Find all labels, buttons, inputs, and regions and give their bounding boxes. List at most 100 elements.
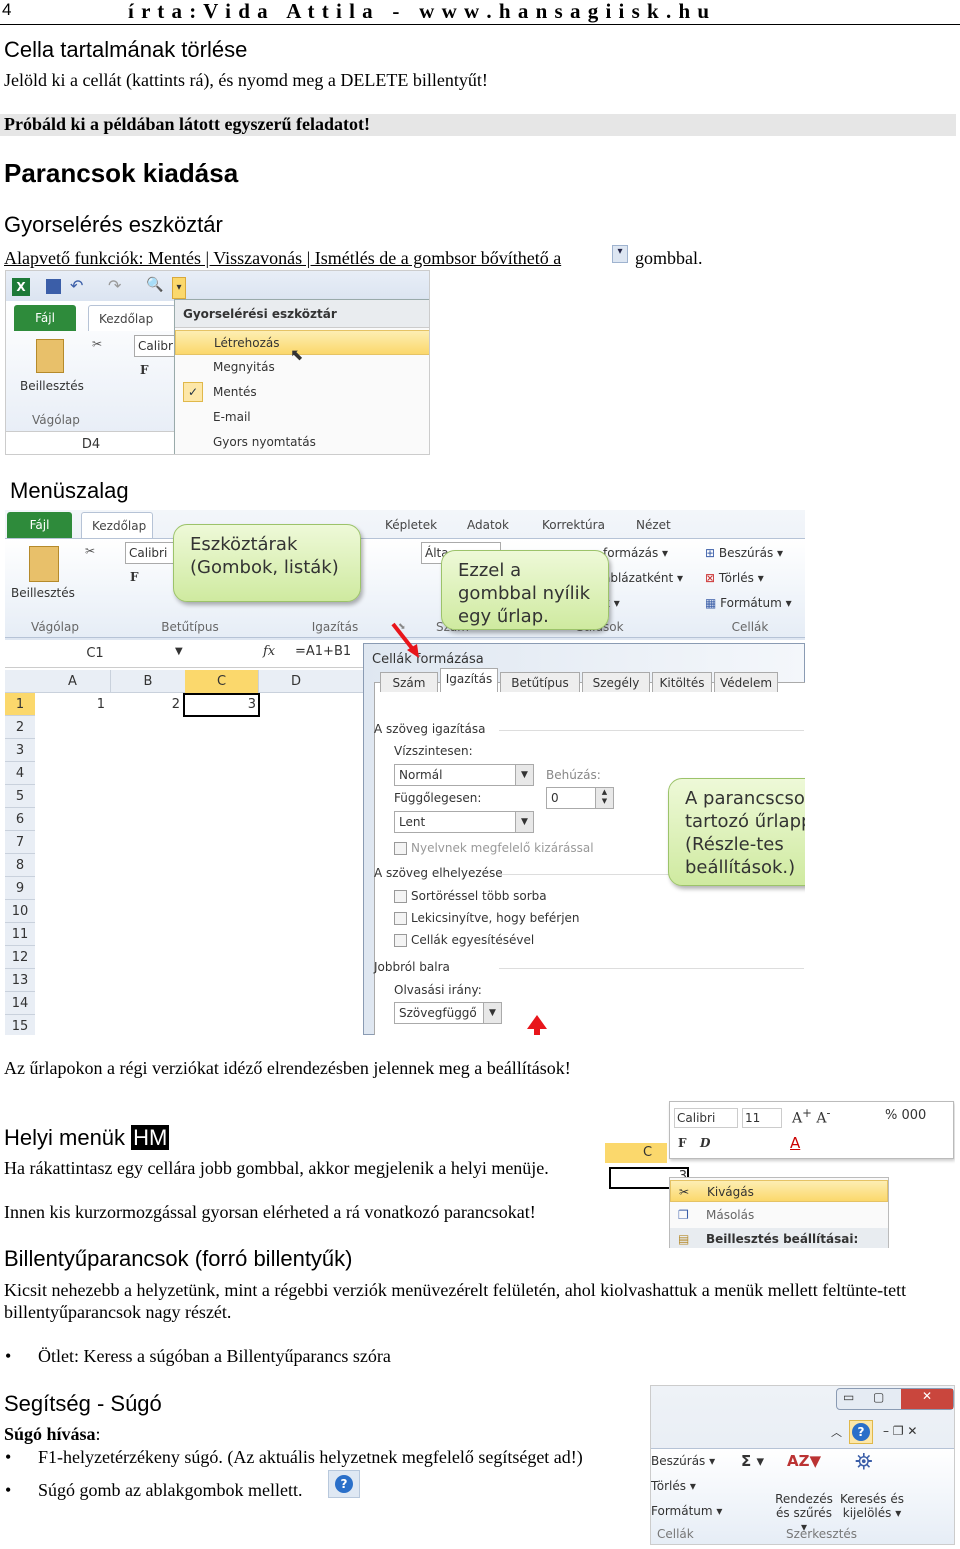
worksheet-grid[interactable]: A B C D 1 2 3 4 5 6 7 8 9 10 11 12 13 14 15 1 2 3 <box>5 670 365 1035</box>
format-cells[interactable]: ▦ Formátum ▾ <box>705 596 792 610</box>
close-icon[interactable]: ✕ <box>901 1389 953 1409</box>
direction-select[interactable]: Szövegfüggő ▼ <box>394 1002 502 1024</box>
row-header[interactable]: 11 <box>5 923 35 946</box>
binoculars-icon[interactable]: ⛯ <box>855 1450 873 1475</box>
indent-spinner[interactable]: 0 ▲ ▼ <box>546 787 614 809</box>
col-header-b[interactable]: B <box>110 670 185 693</box>
justify-distributed-checkbox[interactable]: Nyelvnek megfelelő kizárással <box>394 841 594 855</box>
paste-label[interactable]: Beillesztés <box>11 586 75 600</box>
format-cells[interactable]: Formátum ▾ <box>651 1504 722 1518</box>
vertical-select[interactable]: Lent ▼ <box>394 811 534 833</box>
tab-formulas[interactable]: Képletek <box>375 512 447 538</box>
autosum-icon[interactable]: Σ ▾ <box>741 1452 764 1470</box>
paste-icon[interactable] <box>36 339 64 373</box>
insert-cells[interactable]: ⊞ Beszúrás ▾ <box>705 546 783 560</box>
dialog-tab[interactable]: Szegély <box>582 672 650 692</box>
row-header[interactable]: 6 <box>5 808 35 831</box>
dropdown-arrow-icon[interactable]: ▼ <box>483 1003 501 1023</box>
cell-c1[interactable]: 3 <box>183 693 260 717</box>
mini-size-box[interactable]: 11 <box>742 1108 782 1128</box>
help-button[interactable]: ? <box>849 1420 873 1444</box>
row-header[interactable]: 1 <box>5 693 35 716</box>
dialog-tab[interactable]: Betűtípus <box>500 672 580 692</box>
tab-file[interactable]: Fájl <box>14 305 76 331</box>
dialog-tab[interactable]: Kitöltés <box>652 672 712 692</box>
delete-cells[interactable]: Törlés ▾ <box>651 1479 696 1493</box>
cond-format[interactable]: formázás ▾ <box>603 546 668 560</box>
percent-icon[interactable]: % 000 <box>885 1108 926 1123</box>
print-preview-icon[interactable]: 🔍 <box>146 277 163 293</box>
bold-icon[interactable]: F <box>140 363 149 377</box>
formula-input[interactable]: =A1+B1 <box>295 644 351 659</box>
row-header[interactable]: 8 <box>5 854 35 877</box>
row-header[interactable]: 14 <box>5 992 35 1015</box>
tab-data[interactable]: Adatok <box>457 512 519 538</box>
undo-icon[interactable]: ↶ <box>70 276 83 295</box>
help-button[interactable]: ? <box>328 1470 360 1498</box>
dialog-tab[interactable]: Igazítás <box>440 668 498 692</box>
tab-home[interactable]: Kezdőlap <box>81 512 153 538</box>
font-box[interactable]: Calibri <box>134 335 176 357</box>
qat-item-quickprint[interactable]: Gyors nyomtatás <box>175 430 429 454</box>
wrap-text-checkbox[interactable]: Sortöréssel több sorba <box>394 889 547 903</box>
font-color-icon[interactable]: A <box>790 1134 800 1152</box>
collapse-ribbon-icon[interactable]: ︿ <box>831 1424 842 1440</box>
menu-cut[interactable]: ✂ Kivágás <box>670 1180 888 1202</box>
dropdown-arrow-icon[interactable]: ▼ <box>515 765 533 785</box>
minimize-icon[interactable]: ▭ <box>843 1390 854 1404</box>
col-header-c[interactable]: C <box>185 670 258 693</box>
tab-review[interactable]: Korrektúra <box>532 512 615 538</box>
name-box-dropdown-icon[interactable]: ▼ <box>175 646 183 657</box>
fx-icon[interactable]: fx <box>263 644 275 659</box>
row-header[interactable]: 10 <box>5 900 35 923</box>
cell-a1[interactable]: 1 <box>35 693 105 716</box>
paste-icon[interactable] <box>29 546 59 582</box>
qat-item-email[interactable]: E-mail <box>175 405 429 430</box>
find-select-button[interactable]: Keresés és kijelölés ▾ <box>839 1492 905 1520</box>
insert-cells[interactable]: Beszúrás ▾ <box>651 1454 715 1468</box>
cut-icon[interactable]: ✂ <box>85 544 95 558</box>
row-header[interactable]: 3 <box>5 739 35 762</box>
tab-file[interactable]: Fájl <box>7 512 72 538</box>
spinner-arrows-icon[interactable]: ▲ ▼ <box>595 788 613 808</box>
cell-b1[interactable]: 2 <box>110 693 180 716</box>
dropdown-arrow-icon[interactable]: ▼ <box>515 812 533 832</box>
mini-font-box[interactable]: Calibri <box>674 1108 738 1128</box>
name-box[interactable]: D4 <box>6 431 176 454</box>
dialog-tab[interactable]: Védelem <box>714 672 778 692</box>
row-header[interactable]: 12 <box>5 946 35 969</box>
format-as-table[interactable]: áblázatként ▾ <box>603 571 683 585</box>
bold-icon[interactable]: F <box>678 1136 687 1150</box>
customize-qat-button[interactable]: ▾ <box>172 277 186 299</box>
window-min-icon[interactable]: – ❐ ✕ <box>883 1424 917 1438</box>
redo-icon[interactable]: ↷ <box>108 276 121 295</box>
italic-icon[interactable]: D <box>700 1136 710 1150</box>
sort-filter-icon[interactable]: AZ▼ <box>787 1452 821 1470</box>
row-header[interactable]: 2 <box>5 716 35 739</box>
delete-cells[interactable]: ⊠ Törlés ▾ <box>705 571 764 585</box>
merge-cells-checkbox[interactable]: Cellák egyesítésével <box>394 933 534 947</box>
row-header[interactable]: 7 <box>5 831 35 854</box>
cut-icon[interactable]: ✂ <box>92 337 102 351</box>
tab-home[interactable]: Kezdőlap <box>88 305 176 331</box>
horizontal-select[interactable]: Normál ▼ <box>394 764 534 786</box>
bold-icon[interactable]: F <box>130 570 139 584</box>
qat-item-save[interactable]: Mentés <box>175 380 429 405</box>
row-header[interactable]: 15 <box>5 1015 35 1035</box>
row-header[interactable]: 4 <box>5 762 35 785</box>
shrink-to-fit-checkbox[interactable]: Lekicsinyítve, hogy beférjen <box>394 911 580 925</box>
row-header[interactable]: 5 <box>5 785 35 808</box>
col-header-a[interactable]: A <box>35 670 110 693</box>
grow-font-icon[interactable]: A+ A- <box>792 1106 830 1127</box>
maximize-icon[interactable]: ▢ <box>873 1390 884 1404</box>
paste-label[interactable]: Beillesztés <box>20 379 84 393</box>
row-header[interactable]: 13 <box>5 969 35 992</box>
col-header-d[interactable]: D <box>258 670 333 693</box>
font-box[interactable]: Calibri <box>125 542 175 564</box>
name-box[interactable]: C1 <box>5 644 185 664</box>
save-icon[interactable] <box>46 279 61 294</box>
dialog-tab[interactable]: Szám <box>380 672 438 692</box>
tab-view[interactable]: Nézet <box>626 512 681 538</box>
row-header[interactable]: 9 <box>5 877 35 900</box>
menu-copy[interactable]: ❐ Másolás <box>670 1204 888 1226</box>
